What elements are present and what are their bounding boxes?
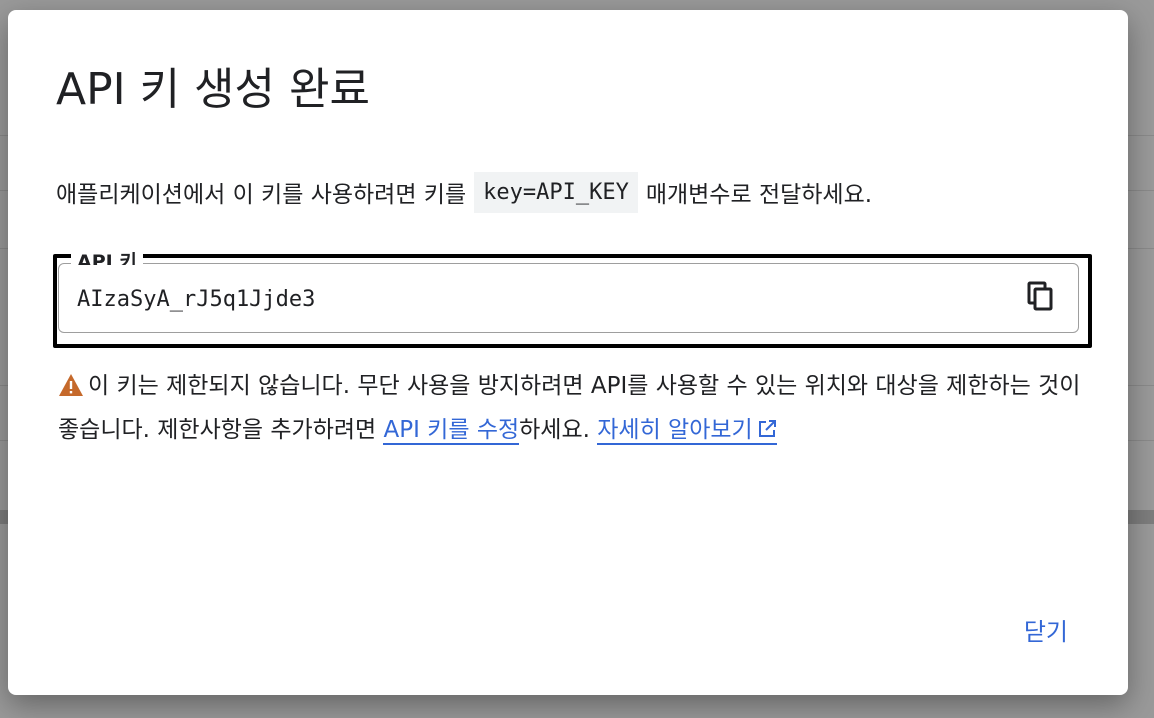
- api-key-field[interactable]: API 키 AIzaSyA_rJ5q1Jjde3: [58, 251, 1079, 333]
- unrestricted-key-warning: 이 키는 제한되지 않습니다. 무단 사용을 방지하려면 API를 사용할 수 …: [58, 366, 1083, 452]
- dialog-title: API 키 생성 완료: [56, 64, 370, 115]
- content-copy-icon: [1027, 281, 1055, 315]
- open-in-new-icon: [757, 412, 777, 452]
- api-key-created-dialog: API 키 생성 완료 애플리케이션에서 이 키를 사용하려면 키를 key=A…: [8, 10, 1128, 695]
- description-text: 애플리케이션에서 이 키를 사용하려면 키를: [56, 182, 467, 208]
- close-button[interactable]: 닫기: [1020, 608, 1072, 651]
- api-key-value[interactable]: AIzaSyA_rJ5q1Jjde3: [77, 287, 315, 312]
- warning-icon: [58, 370, 84, 410]
- dialog-description: 애플리케이션에서 이 키를 사용하려면 키를 key=API_KEY 매개변수로…: [56, 168, 872, 216]
- description-text-suffix: 매개변수로 전달하세요.: [645, 182, 873, 208]
- warning-text-middle: 하세요.: [519, 417, 598, 443]
- learn-more-link[interactable]: 자세히 알아보기: [597, 417, 777, 445]
- api-key-field-label: API 키: [71, 251, 143, 265]
- copy-button[interactable]: [1024, 281, 1058, 315]
- edit-api-key-link[interactable]: API 키를 수정: [383, 417, 520, 445]
- learn-more-label: 자세히 알아보기: [597, 417, 753, 443]
- code-key-param: key=API_KEY: [474, 171, 638, 213]
